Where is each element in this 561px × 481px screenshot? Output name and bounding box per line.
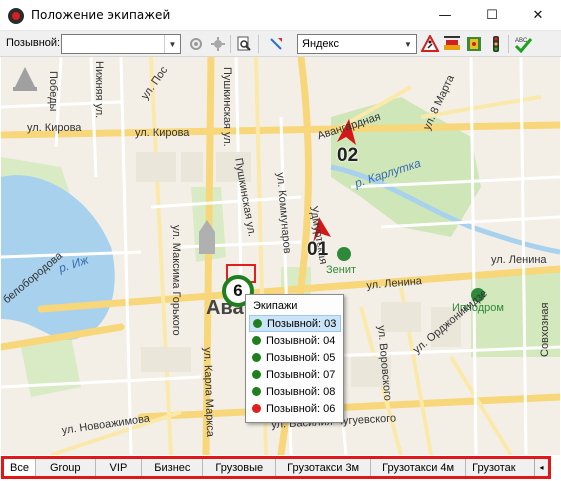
crew-item-label: Позывной: 05 <box>266 351 336 364</box>
traffic-jam-icon[interactable] <box>443 35 461 53</box>
poi-label: Зенит <box>326 264 357 276</box>
close-button[interactable]: ✕ <box>515 0 561 31</box>
street-label: ул. Ленина <box>491 254 547 266</box>
tab-business[interactable]: Бизнес <box>142 459 204 476</box>
toolbar-separator <box>508 35 509 53</box>
car-label-02[interactable]: 02 <box>337 145 358 167</box>
street-label: Нижняя ул. <box>93 61 105 119</box>
callsign-label: Позывной: <box>6 37 61 49</box>
crew-item-label: Позывной: 04 <box>266 334 336 347</box>
street-label: ул. Кирова <box>27 122 82 134</box>
street-label: ул. Кирова <box>135 127 190 139</box>
tab-scroll-left-icon[interactable]: ◂ <box>534 459 548 476</box>
crew-item[interactable]: Позывной: 06 <box>249 400 341 417</box>
traffic-light-icon[interactable] <box>465 35 483 53</box>
tab-cargo-taxi-more[interactable]: Грузотак <box>466 459 521 476</box>
maximize-button[interactable]: ☐ <box>469 0 515 31</box>
status-dot-icon <box>252 370 261 379</box>
crew-item-label: Позывной: 08 <box>266 385 336 398</box>
crew-popup-title: Экипажи <box>253 300 298 312</box>
crew-item-label: Позывной: 07 <box>266 368 336 381</box>
street-label: Пушкинская ул. <box>221 67 233 147</box>
road-works-icon[interactable] <box>421 35 439 53</box>
zoom-page-icon[interactable] <box>235 35 253 53</box>
map-view[interactable]: Победы Нижняя ул. ул. Пос ул. Кирова ул.… <box>1 57 560 455</box>
tab-cargo-taxi-3m[interactable]: Грузотакси 3м <box>276 459 372 476</box>
toolbar-separator <box>230 35 231 53</box>
crew-popup: Экипажи Позывной: 03 Позывной: 04 Позывн… <box>245 294 344 423</box>
crew-item-label: Позывной: 03 <box>267 317 337 330</box>
tab-group[interactable]: Group <box>36 459 96 476</box>
crew-item[interactable]: Позывной: 08 <box>249 383 341 400</box>
tab-all[interactable]: Все <box>4 459 36 476</box>
chevron-down-icon[interactable]: ▼ <box>400 35 416 53</box>
toolbar: Позывной: ▼ Яндекс ▼ ABC <box>0 31 561 57</box>
window-title: Положение экипажей <box>31 8 171 22</box>
traffic-signal-icon[interactable] <box>487 35 505 53</box>
gear-gray-icon[interactable] <box>209 35 227 53</box>
car-label-01[interactable]: 01 <box>307 239 328 261</box>
pick-pointer-icon[interactable] <box>267 35 285 53</box>
crew-item[interactable]: Позывной: 04 <box>249 332 341 349</box>
title-bar: Положение экипажей — ☐ ✕ <box>0 0 561 31</box>
status-dot-icon <box>252 336 261 345</box>
toolbar-separator <box>258 35 259 53</box>
app-icon <box>8 8 24 24</box>
street-label: Победы <box>47 71 59 112</box>
group-tab-bar: Все Group VIP Бизнес Грузовые Грузотакси… <box>1 456 551 479</box>
minimize-button[interactable]: — <box>422 0 468 31</box>
chevron-down-icon[interactable]: ▼ <box>164 35 180 53</box>
crew-item[interactable]: Позывной: 07 <box>249 366 341 383</box>
spell-check-icon[interactable]: ABC <box>513 35 533 53</box>
crew-item[interactable]: Позывной: 05 <box>249 349 341 366</box>
street-label: ул. Максима Горького <box>170 225 182 336</box>
callsign-combobox[interactable]: ▼ <box>61 34 181 54</box>
map-provider-select[interactable]: Яндекс ▼ <box>297 34 417 54</box>
crew-item[interactable]: Позывной: 03 <box>249 315 341 332</box>
street-label: Совхозная <box>539 302 551 357</box>
target-gray-icon[interactable] <box>187 35 205 53</box>
status-dot-icon <box>252 404 261 413</box>
map-provider-value: Яндекс <box>302 38 339 50</box>
status-dot-icon <box>253 319 262 328</box>
tab-cargo[interactable]: Грузовые <box>203 459 277 476</box>
status-dot-icon <box>252 387 261 396</box>
crew-item-label: Позывной: 06 <box>266 402 336 415</box>
status-dot-icon <box>252 353 261 362</box>
tab-cargo-taxi-4m[interactable]: Грузотакси 4м <box>371 459 467 476</box>
tab-vip[interactable]: VIP <box>96 459 143 476</box>
